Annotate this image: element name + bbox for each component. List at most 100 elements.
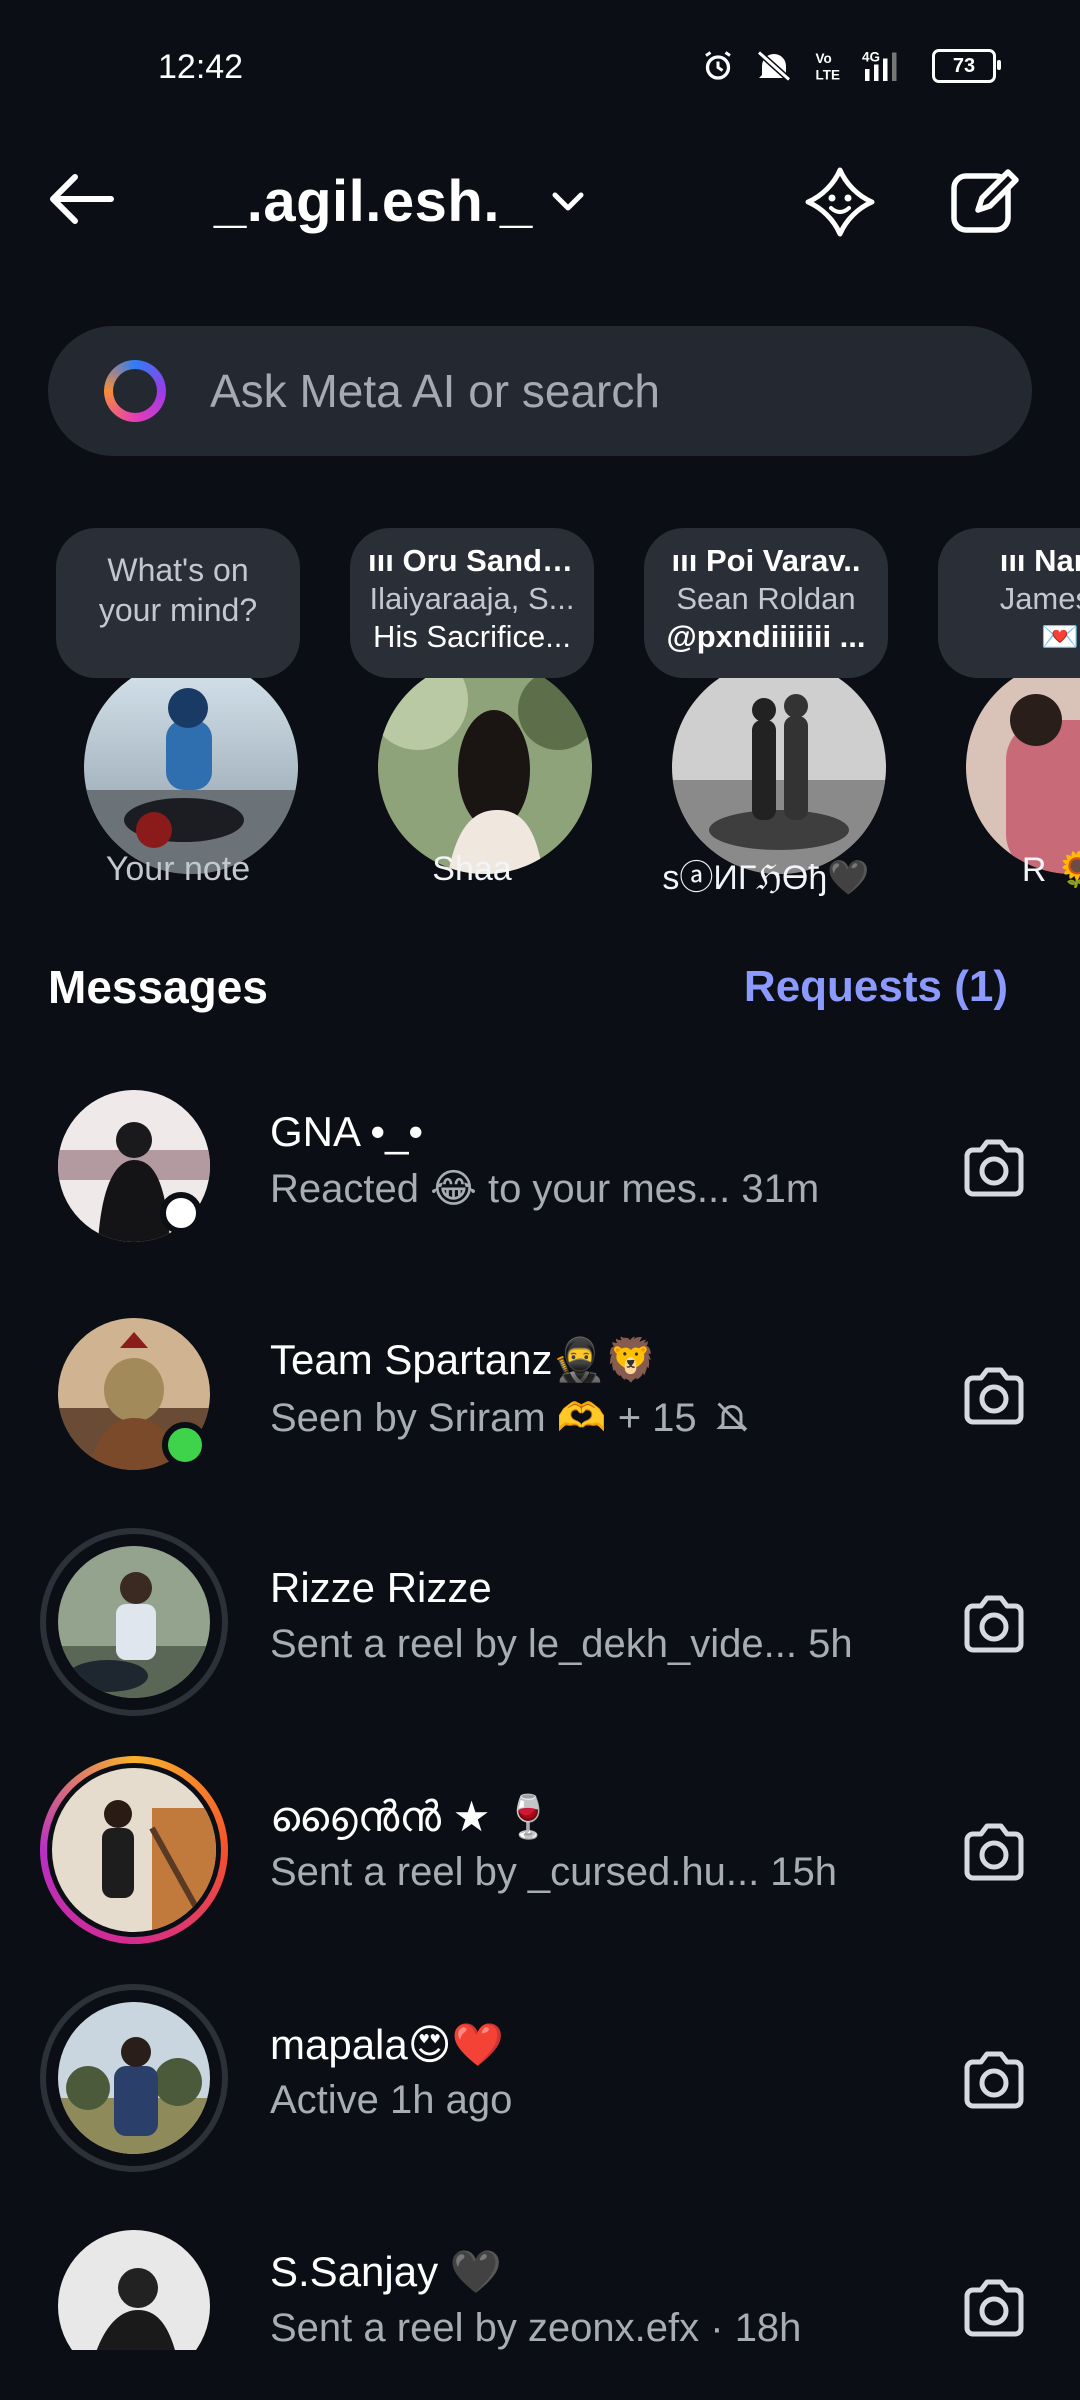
new-message-button[interactable]	[944, 162, 1024, 242]
note-music-title: ııı Nan p	[999, 543, 1080, 578]
sleep-moon-icon	[160, 1192, 202, 1234]
thread-preview: Sent a reel by zeonx.efx · 18h	[270, 2306, 802, 2350]
note-label: R 🌻	[1021, 851, 1080, 889]
note-prompt: What's on	[107, 552, 249, 588]
meta-ai-icon	[104, 360, 166, 422]
thread-preview: Sent a reel by le_dekh_vide... 5h	[270, 1622, 853, 1666]
note-text: 💌	[1040, 619, 1080, 654]
status-bar: 12:42 Vo LTE 4G 73	[0, 0, 1080, 140]
camera-icon	[964, 1595, 1024, 1653]
note-your-note[interactable]: What's on your mind? Your note	[48, 520, 308, 900]
note-artist: Ilaiyaraaja, S...	[369, 581, 575, 616]
note-label: Your note	[105, 850, 251, 888]
avatar	[966, 660, 1080, 874]
status-icons: Vo LTE 4G 73	[700, 48, 1001, 84]
search-placeholder: Ask Meta AI or search	[210, 365, 660, 417]
svg-text:LTE: LTE	[816, 68, 841, 83]
note-music-2[interactable]: ııı Poi Varav.. Sean Roldan @pxndiiiiiii…	[636, 520, 896, 900]
ai-face-icon	[805, 167, 875, 237]
camera-button[interactable]	[944, 1346, 1044, 1446]
vibrate-mute-icon	[756, 50, 792, 82]
music-bars-icon: ııı	[368, 543, 403, 578]
thread-row[interactable]: mapala😍❤️ Active 1h ago	[0, 1970, 1080, 2198]
thread-name: ൭ൈൻൻ ★ 🍷	[270, 1793, 555, 1840]
avatar	[672, 660, 886, 874]
thread-preview: Active 1h ago	[270, 2078, 513, 2122]
search-input[interactable]: Ask Meta AI or search	[48, 326, 1032, 456]
camera-button[interactable]	[944, 1802, 1044, 1902]
thread-preview: Seen by Sriram 🫶 + 15	[270, 1394, 750, 1441]
avatar	[58, 2230, 210, 2350]
camera-button[interactable]	[944, 1118, 1044, 1218]
note-music-3[interactable]: ııı Nan p James V 💌 R 🌻	[930, 520, 1080, 900]
note-bubble: ııı Poi Varav.. Sean Roldan @pxndiiiiiii…	[644, 528, 888, 678]
avatar	[58, 1546, 210, 1698]
signal-4g-icon: 4G	[862, 50, 897, 81]
avatar	[52, 1768, 216, 1932]
notes-carousel[interactable]: What's on your mind? Your note ııı Oru S…	[0, 520, 1080, 920]
avatar	[84, 660, 298, 874]
thread-preview: Sent a reel by _cursed.hu... 15h	[270, 1850, 838, 1894]
svg-text:4G: 4G	[862, 50, 880, 65]
avatar-wrap	[40, 1072, 228, 1260]
back-button[interactable]	[40, 164, 120, 234]
svg-text:Vo: Vo	[816, 51, 832, 66]
note-music-title: ııı Poi Varav..	[671, 543, 861, 578]
online-indicator	[162, 1422, 208, 1468]
avatar-wrap	[40, 1300, 228, 1488]
thread-row[interactable]: S.Sanjay 🖤 Sent a reel by zeonx.efx · 18…	[0, 2198, 1080, 2350]
arrow-left-icon	[50, 174, 114, 224]
story-ring[interactable]	[40, 1756, 228, 1944]
avatar-wrap	[40, 1528, 228, 1716]
avatar-wrap	[40, 2212, 228, 2350]
avatar	[58, 2002, 210, 2154]
note-text: His Sacrifice...	[372, 619, 572, 654]
messages-section-header: Messages Requests (1)	[48, 952, 1008, 1022]
note-artist: James V	[999, 581, 1080, 616]
chevron-down-icon	[552, 192, 584, 210]
inbox-header: _.agil.esh._	[0, 150, 1080, 250]
thread-row[interactable]: Team Spartanz🥷🦁 Seen by Sriram 🫶 + 15	[0, 1286, 1080, 1514]
note-prompt: your mind?	[98, 592, 258, 628]
camera-button[interactable]	[944, 1574, 1044, 1674]
muted-bell-icon	[716, 1402, 748, 1432]
note-label: sⓐИГℌϴђ🖤	[662, 859, 870, 897]
alarm-icon	[705, 51, 731, 80]
note-bubble: What's on your mind?	[56, 528, 300, 678]
note-bubble: ııı Oru Sandh.. Ilaiyaraaja, S... His Sa…	[350, 528, 594, 678]
camera-icon	[964, 2279, 1024, 2337]
thread-name: S.Sanjay 🖤	[270, 2248, 503, 2295]
status-time: 12:42	[158, 48, 244, 86]
thread-name: GNA •_•	[270, 1108, 424, 1155]
avatar-wrap	[40, 1984, 228, 2172]
music-bars-icon: ııı	[999, 543, 1035, 578]
compose-icon	[951, 169, 1019, 233]
note-label: Shaa	[432, 850, 512, 888]
note-artist: Sean Roldan	[676, 581, 856, 616]
account-name: _.agil.esh._	[214, 169, 533, 234]
note-music-title: ııı Oru Sandh..	[368, 543, 576, 578]
thread-name: Rizze Rizze	[270, 1564, 492, 1611]
camera-icon	[964, 1367, 1024, 1425]
account-switcher[interactable]: _.agil.esh._	[214, 168, 585, 235]
camera-button[interactable]	[944, 2258, 1044, 2350]
ai-studio-button[interactable]	[800, 162, 880, 242]
thread-row[interactable]: Rizze Rizze Sent a reel by le_dekh_vide.…	[0, 1514, 1080, 1742]
battery-indicator: 73	[932, 49, 1001, 83]
messages-title: Messages	[48, 961, 268, 1013]
thread-row[interactable]: ൭ൈൻൻ ★ 🍷 Sent a reel by _cursed.hu... 15…	[0, 1742, 1080, 1970]
thread-row[interactable]: GNA •_• Reacted 😂 to your mes... 31m	[0, 1058, 1080, 1286]
requests-link[interactable]: Requests (1)	[744, 962, 1008, 1012]
note-music-shaa[interactable]: ııı Oru Sandh.. Ilaiyaraaja, S... His Sa…	[342, 520, 602, 900]
camera-icon	[964, 1139, 1024, 1197]
camera-button[interactable]	[944, 2030, 1044, 2130]
camera-icon	[964, 2051, 1024, 2109]
avatar	[378, 660, 592, 874]
volte-icon: Vo LTE	[816, 51, 841, 83]
camera-icon	[964, 1823, 1024, 1881]
note-text: @pxndiiiiiii ...	[666, 619, 866, 654]
thread-name: Team Spartanz🥷🦁	[270, 1336, 658, 1383]
thread-preview: Reacted 😂 to your mes... 31m	[270, 1167, 820, 1211]
music-bars-icon: ııı	[671, 543, 706, 578]
note-bubble: ııı Nan p James V 💌	[938, 528, 1080, 678]
